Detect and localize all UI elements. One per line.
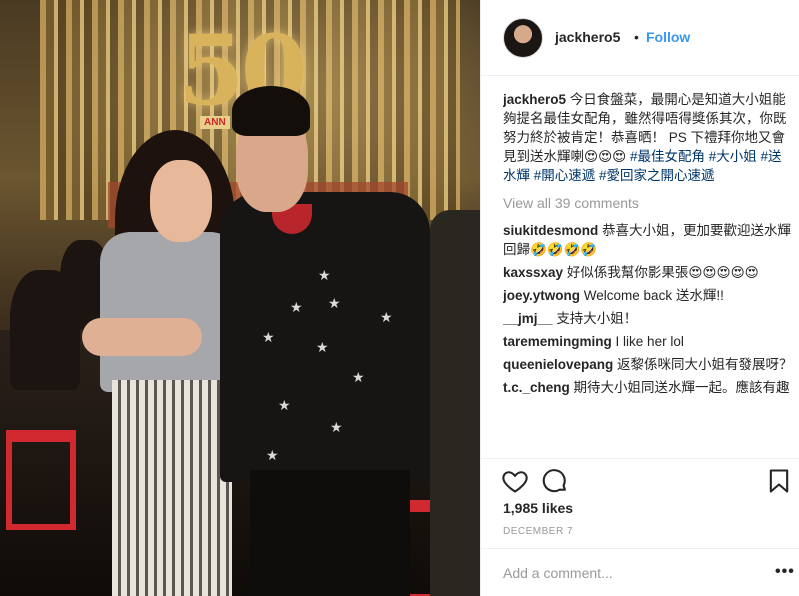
star-print: ★ [318, 267, 331, 283]
comment-item: siukitdesmond 恭喜大小姐，更加要歡迎送水輝回歸🤣🤣🤣🤣 [503, 221, 793, 259]
post-header: jackhero5 • Follow [481, 0, 799, 76]
comment-username[interactable]: kaxssxay [503, 265, 563, 280]
man-jacket [220, 192, 430, 482]
star-print: ★ [266, 447, 279, 463]
more-options-button[interactable]: ••• [775, 563, 795, 581]
caption-username[interactable]: jackhero5 [503, 92, 566, 107]
star-print: ★ [352, 369, 365, 385]
bookmark-icon[interactable] [765, 467, 793, 495]
star-print: ★ [380, 309, 393, 325]
comment-item: joey.ytwong Welcome back 送水輝!! [503, 286, 793, 305]
comment-username[interactable]: siukitdesmond [503, 223, 598, 238]
view-all-comments-link[interactable]: View all 39 comments [503, 193, 793, 213]
man-hair [232, 86, 310, 136]
woman-pants [112, 380, 232, 596]
username-link[interactable]: jackhero5 [555, 29, 620, 45]
star-print: ★ [278, 397, 291, 413]
comment-username[interactable]: queenielovepang [503, 357, 613, 372]
heart-icon[interactable] [501, 467, 529, 495]
star-print: ★ [262, 329, 275, 345]
comment-text: 返黎係咪同大小姐有發展呀？ [617, 357, 793, 372]
comment-username[interactable]: tarememingming [503, 334, 612, 349]
comment-item: tarememingming I like her lol [503, 332, 793, 351]
comment-text: Welcome back 送水輝!! [583, 288, 724, 303]
follow-button[interactable]: Follow [646, 29, 690, 45]
star-print: ★ [330, 419, 343, 435]
woman-top [100, 232, 240, 392]
woman-arms [82, 318, 202, 356]
post-photo[interactable]: 50 ANN ★ ★ ★ ★ ★ ★ ★ ★ ★ ★ [0, 0, 480, 596]
background-person [430, 210, 480, 596]
anniversary-banner: ANN [200, 116, 230, 129]
avatar[interactable] [503, 18, 543, 58]
comment-username[interactable]: t.c._cheng [503, 380, 570, 395]
comment-icon[interactable] [541, 467, 569, 495]
post-date: DECEMBER 7 [503, 526, 574, 537]
woman-face [150, 160, 212, 242]
star-print: ★ [316, 339, 329, 355]
separator-dot: • [634, 29, 639, 45]
comment-item: kaxssxay 好似係我幫你影果張😍😍😍😍😍 [503, 263, 793, 282]
star-print: ★ [290, 299, 303, 315]
add-comment-bar: ••• [481, 548, 799, 596]
post-sidebar: jackhero5 • Follow jackhero5 今日食盤菜，最開心是知… [480, 0, 799, 596]
comment-text: 支持大小姐！ [556, 311, 638, 326]
red-stool [6, 430, 76, 530]
add-comment-input[interactable] [503, 563, 753, 583]
comment-text: 好似係我幫你影果張😍😍😍😍😍 [566, 265, 759, 280]
likes-count[interactable]: 1,985 likes [503, 500, 573, 516]
comments-section[interactable]: jackhero5 今日食盤菜，最開心是知道大小姐能夠提名最佳女配角，雖然得唔得… [503, 90, 793, 458]
man-pants [250, 470, 410, 596]
post-caption: jackhero5 今日食盤菜，最開心是知道大小姐能夠提名最佳女配角，雖然得唔得… [503, 90, 793, 185]
comment-item: __jmj__ 支持大小姐！ [503, 309, 793, 328]
comment-item: queenielovepang 返黎係咪同大小姐有發展呀？ [503, 355, 793, 374]
action-bar [481, 458, 799, 498]
comment-username[interactable]: joey.ytwong [503, 288, 580, 303]
comment-text: I like her lol [615, 334, 684, 349]
comment-username[interactable]: __jmj__ [503, 311, 553, 326]
comment-text: 期待大小姐同送水輝一起。應該有趣 [573, 380, 790, 395]
star-print: ★ [328, 295, 341, 311]
comment-item: t.c._cheng 期待大小姐同送水輝一起。應該有趣 [503, 378, 793, 397]
